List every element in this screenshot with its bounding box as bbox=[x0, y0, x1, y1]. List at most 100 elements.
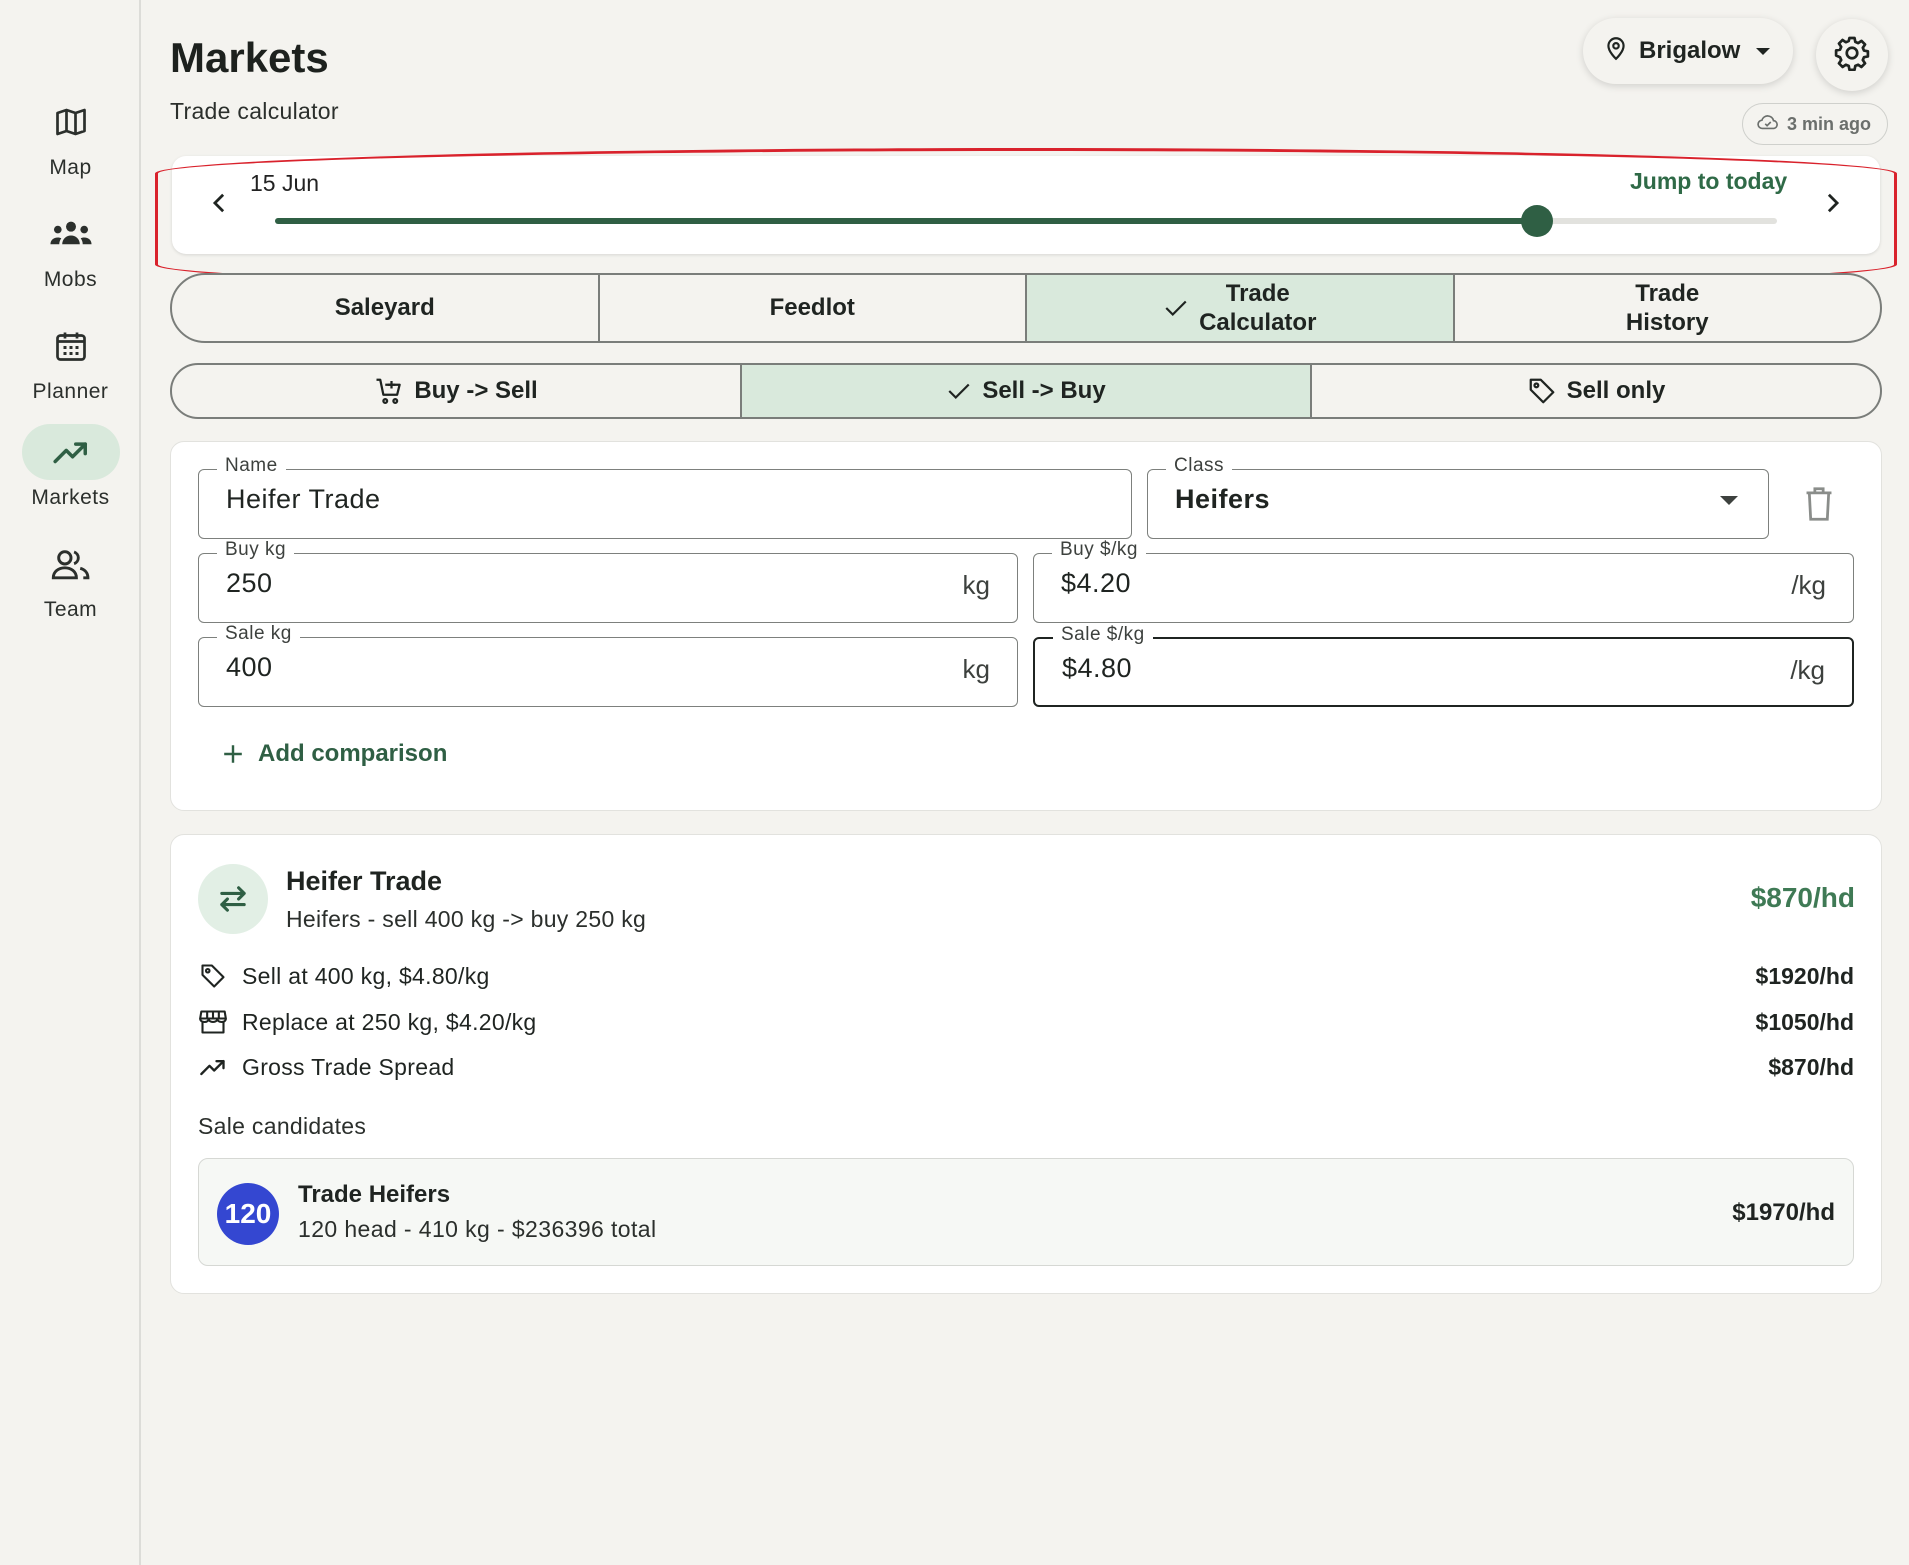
swap-avatar bbox=[198, 864, 268, 934]
sidebar-item-planner[interactable]: Planner bbox=[0, 318, 141, 404]
result-line-spread: Gross Trade Spread $870/hd bbox=[198, 1051, 1854, 1083]
buy-kg-suffix: kg bbox=[962, 570, 990, 600]
line-text: Sell at 400 kg, $4.80/kg bbox=[242, 962, 490, 989]
sidebar-item-label: Map bbox=[49, 156, 92, 179]
line-amount: $1920/hd bbox=[1755, 962, 1854, 989]
sidebar-item-label: Team bbox=[43, 598, 98, 621]
check-icon bbox=[1165, 300, 1187, 317]
trade-mode-toggle: Buy -> Sell Sell -> Buy Sell only bbox=[170, 363, 1882, 419]
sale-price-suffix: /kg bbox=[1790, 655, 1825, 685]
people-icon bbox=[22, 536, 120, 592]
candidate-detail: 120 head - 410 kg - $236396 total bbox=[298, 1216, 657, 1242]
mode-label: Sell only bbox=[1566, 377, 1666, 404]
delete-button[interactable] bbox=[1802, 486, 1838, 522]
tag-icon bbox=[1529, 378, 1555, 404]
class-field-value: Heifers bbox=[1175, 484, 1271, 514]
market-tabs: Saleyard Feedlot Trade Calculator Trade … bbox=[170, 273, 1882, 343]
date-slider-thumb[interactable] bbox=[1520, 205, 1553, 237]
calendar-icon bbox=[22, 318, 120, 374]
result-line-replace: Replace at 250 kg, $4.20/kg $1050/hd bbox=[198, 1006, 1854, 1038]
trash-icon bbox=[1806, 487, 1832, 521]
sidebar-item-label: Planner bbox=[32, 380, 109, 403]
result-subtitle: Heifers - sell 400 kg -> buy 250 kg bbox=[286, 906, 647, 932]
next-date-button[interactable] bbox=[1818, 188, 1848, 218]
cloud-done-icon bbox=[1757, 114, 1779, 135]
sale-price-field[interactable]: Sale $/kg $4.80 /kg bbox=[1033, 624, 1854, 707]
buy-kg-value: 250 bbox=[226, 568, 273, 598]
add-comparison-button[interactable]: Add comparison bbox=[222, 740, 447, 768]
selected-date: 15 Jun bbox=[250, 170, 320, 196]
name-field[interactable]: Name Heifer Trade bbox=[198, 455, 1132, 539]
sync-status-chip: 3 min ago bbox=[1742, 103, 1888, 145]
line-text: Replace at 250 kg, $4.20/kg bbox=[242, 1008, 537, 1035]
sale-kg-value: 400 bbox=[226, 652, 273, 682]
buy-price-value: $4.20 bbox=[1061, 568, 1132, 598]
tab-label: Trade Calculator bbox=[1199, 280, 1317, 336]
candidate-name: Trade Heifers bbox=[298, 1181, 451, 1208]
class-select[interactable]: Class Heifers bbox=[1147, 455, 1769, 539]
result-title: Heifer Trade bbox=[286, 866, 443, 896]
sidebar-item-team[interactable]: Team bbox=[0, 536, 141, 622]
candidate-amount: $1970/hd bbox=[1732, 1199, 1835, 1226]
sale-price-label: Sale $/kg bbox=[1053, 624, 1153, 646]
page-subtitle: Trade calculator bbox=[170, 98, 339, 124]
line-amount: $870/hd bbox=[1768, 1053, 1854, 1080]
check-icon bbox=[948, 383, 970, 400]
sync-status-text: 3 min ago bbox=[1787, 113, 1872, 134]
tab-label: Trade History bbox=[1625, 280, 1709, 336]
buy-kg-label: Buy kg bbox=[217, 539, 295, 561]
mode-label: Sell -> Buy bbox=[982, 377, 1106, 404]
sale-kg-field[interactable]: Sale kg 400 kg bbox=[198, 623, 1018, 707]
name-field-value: Heifer Trade bbox=[226, 484, 381, 514]
group-icon bbox=[22, 206, 120, 262]
chevron-left-icon bbox=[212, 193, 225, 213]
date-slider-track[interactable] bbox=[275, 205, 1777, 237]
sidebar-item-label: Mobs bbox=[43, 268, 98, 291]
page-title: Markets bbox=[170, 34, 329, 81]
jump-to-today-button[interactable]: Jump to today bbox=[1630, 168, 1787, 195]
cart-add-icon bbox=[376, 378, 402, 404]
date-slider-card bbox=[172, 156, 1880, 254]
location-selector[interactable]: Brigalow bbox=[1583, 18, 1793, 84]
tab-feedlot[interactable]: Feedlot bbox=[600, 275, 1027, 341]
gear-icon bbox=[1834, 35, 1870, 76]
mode-sell-buy[interactable]: Sell -> Buy bbox=[742, 365, 1312, 417]
swap-horiz-icon bbox=[220, 886, 246, 912]
tab-label: Saleyard bbox=[334, 294, 435, 321]
trending-up-icon bbox=[198, 1052, 228, 1082]
mode-label: Buy -> Sell bbox=[414, 377, 538, 404]
sidebar-item-map[interactable]: Map bbox=[0, 94, 141, 180]
line-text: Gross Trade Spread bbox=[242, 1053, 455, 1080]
map-icon bbox=[22, 94, 120, 150]
sale-price-value: $4.80 bbox=[1062, 653, 1133, 683]
store-icon bbox=[198, 1007, 228, 1037]
previous-date-button[interactable] bbox=[204, 188, 234, 218]
tab-trade-history[interactable]: Trade History bbox=[1455, 275, 1881, 341]
result-total: $870/hd bbox=[1750, 882, 1855, 913]
tab-saleyard[interactable]: Saleyard bbox=[172, 275, 600, 341]
result-line-sell: Sell at 400 kg, $4.80/kg $1920/hd bbox=[198, 960, 1854, 992]
sidebar-item-mobs[interactable]: Mobs bbox=[0, 206, 141, 292]
date-slider-fill bbox=[275, 218, 1537, 224]
settings-button[interactable] bbox=[1816, 19, 1888, 91]
buy-kg-field[interactable]: Buy kg 250 kg bbox=[198, 539, 1018, 623]
location-name: Brigalow bbox=[1639, 37, 1741, 64]
trending-up-icon bbox=[21, 424, 120, 480]
tag-icon bbox=[198, 961, 228, 991]
buy-price-field[interactable]: Buy $/kg $4.20 /kg bbox=[1033, 539, 1854, 623]
chevron-down-icon bbox=[1756, 47, 1771, 55]
location-pin-icon bbox=[1603, 34, 1629, 69]
mode-sell-only[interactable]: Sell only bbox=[1312, 365, 1880, 417]
mode-buy-sell[interactable]: Buy -> Sell bbox=[172, 365, 742, 417]
sidebar-item-markets[interactable]: Markets bbox=[0, 424, 141, 510]
class-field-label: Class bbox=[1166, 455, 1233, 477]
add-comparison-label: Add comparison bbox=[258, 740, 448, 767]
line-amount: $1050/hd bbox=[1755, 1008, 1854, 1035]
chevron-right-icon bbox=[1827, 193, 1840, 213]
plus-icon bbox=[224, 745, 242, 763]
tab-trade-calculator[interactable]: Trade Calculator bbox=[1027, 275, 1455, 341]
sidebar: Map Mobs Planner Markets Team bbox=[0, 0, 141, 1565]
buy-price-suffix: /kg bbox=[1791, 570, 1826, 600]
sale-kg-label: Sale kg bbox=[217, 623, 300, 645]
sale-candidate-item[interactable]: 120 Trade Heifers 120 head - 410 kg - $2… bbox=[198, 1158, 1854, 1266]
